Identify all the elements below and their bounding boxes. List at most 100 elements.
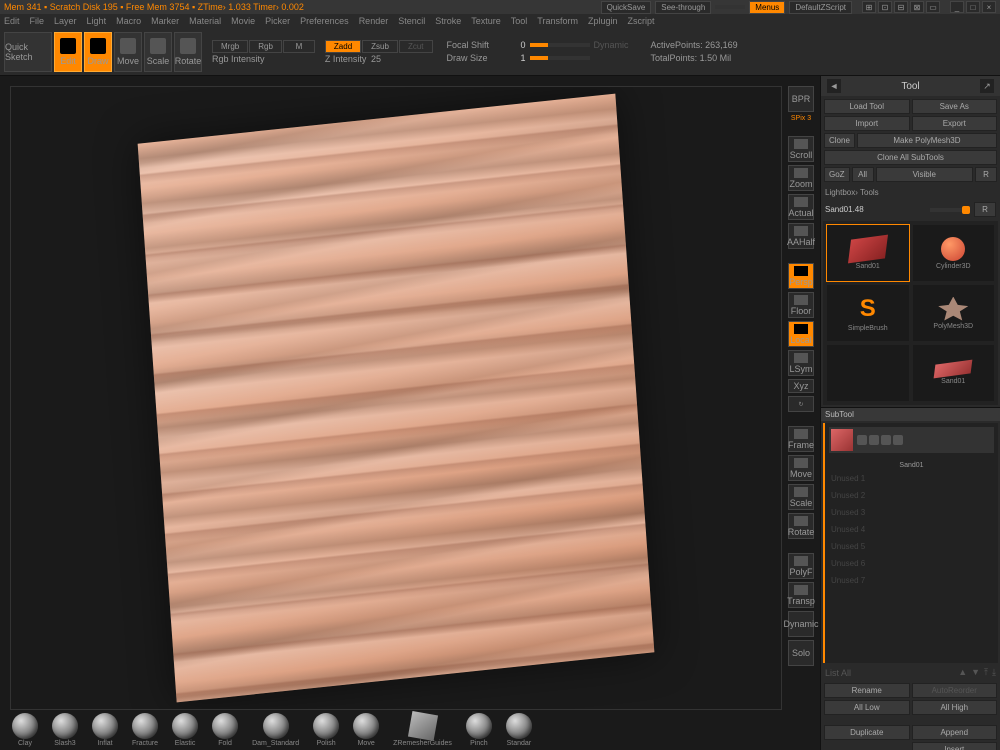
- bpr-button[interactable]: BPR: [788, 86, 814, 112]
- menu-file[interactable]: File: [30, 16, 45, 26]
- brush-move[interactable]: Move: [353, 713, 379, 747]
- r-button[interactable]: R: [975, 167, 997, 182]
- brush-zremesher[interactable]: ZRemesherGuides: [393, 713, 452, 747]
- append-button[interactable]: Append: [912, 725, 998, 740]
- rename-button[interactable]: Rename: [824, 683, 910, 698]
- cloneall-button[interactable]: Clone All SubTools: [824, 150, 997, 165]
- export-button[interactable]: Export: [912, 116, 998, 131]
- zsub-button[interactable]: Zsub: [362, 40, 398, 53]
- minimize-button[interactable]: _: [950, 1, 964, 13]
- brush-elastic[interactable]: Elastic: [172, 713, 198, 747]
- draw-button[interactable]: Draw: [84, 32, 112, 72]
- local-button[interactable]: Local: [788, 321, 814, 347]
- r2-button[interactable]: R: [974, 202, 996, 217]
- seethrough-button[interactable]: See-through: [655, 1, 711, 14]
- thumb-simplebrush[interactable]: SSimpleBrush: [827, 285, 909, 341]
- duplicate-button[interactable]: Duplicate: [824, 725, 910, 740]
- thumb-empty[interactable]: [827, 345, 909, 401]
- polyf-button[interactable]: PolyF: [788, 553, 814, 579]
- zcut-button[interactable]: Zcut: [399, 40, 433, 53]
- subtool-header[interactable]: SubTool: [821, 407, 1000, 421]
- mrgb-button[interactable]: Mrgb: [212, 40, 248, 53]
- all-button[interactable]: All: [852, 167, 874, 182]
- brush-standard[interactable]: Standar: [506, 713, 532, 747]
- solo-button[interactable]: Solo: [788, 640, 814, 666]
- top-icon[interactable]: ⤒: [984, 667, 988, 678]
- thumb-sand01b[interactable]: Sand01: [913, 345, 995, 401]
- seethrough-slider[interactable]: [715, 5, 745, 9]
- menu-zscript[interactable]: Zscript: [627, 16, 654, 26]
- breadcrumb[interactable]: Lightbox› Tools: [821, 185, 1000, 200]
- rotate-button[interactable]: Rotate: [174, 32, 202, 72]
- panel-undock-icon[interactable]: ↗: [980, 79, 994, 93]
- down-icon[interactable]: ▼: [971, 667, 980, 678]
- brush-slash3[interactable]: Slash3: [52, 713, 78, 747]
- menu-stroke[interactable]: Stroke: [435, 16, 461, 26]
- menu-preferences[interactable]: Preferences: [300, 16, 349, 26]
- menu-tool[interactable]: Tool: [511, 16, 528, 26]
- layout4-icon[interactable]: ⊠: [910, 1, 924, 13]
- listall-button[interactable]: List All: [825, 668, 851, 678]
- autoreorder-button[interactable]: AutoReorder: [912, 683, 998, 698]
- defaultzscript-button[interactable]: DefaultZScript: [789, 1, 852, 14]
- menu-layer[interactable]: Layer: [54, 16, 77, 26]
- brush-polish[interactable]: Polish: [313, 713, 339, 747]
- zadd-button[interactable]: Zadd: [325, 40, 361, 53]
- dynamic-view-button[interactable]: Dynamic: [788, 611, 814, 637]
- subtool-toggles[interactable]: [857, 435, 903, 445]
- brush-clay[interactable]: Clay: [12, 713, 38, 747]
- panel-back-icon[interactable]: ◄: [827, 79, 841, 93]
- spix-label[interactable]: SPix 3: [791, 115, 811, 122]
- quicksketch-button[interactable]: Quick Sketch: [4, 32, 52, 72]
- brush-inflat[interactable]: Inflat: [92, 713, 118, 747]
- redo-button[interactable]: ↻: [788, 396, 814, 412]
- drawsize-slider[interactable]: [530, 56, 590, 60]
- menu-macro[interactable]: Macro: [116, 16, 141, 26]
- brush-damstandard[interactable]: Dam_Standard: [252, 713, 299, 747]
- import-button[interactable]: Import: [824, 116, 910, 131]
- transp-button[interactable]: Transp: [788, 582, 814, 608]
- m-button[interactable]: M: [283, 40, 315, 53]
- dynamic-label[interactable]: Dynamic: [594, 40, 629, 50]
- menu-material[interactable]: Material: [189, 16, 221, 26]
- menu-stencil[interactable]: Stencil: [398, 16, 425, 26]
- actual-button[interactable]: Actual: [788, 194, 814, 220]
- layout2-icon[interactable]: ⊡: [878, 1, 892, 13]
- subtool-item[interactable]: [829, 427, 994, 453]
- menu-light[interactable]: Light: [87, 16, 107, 26]
- menu-movie[interactable]: Movie: [231, 16, 255, 26]
- menu-marker[interactable]: Marker: [151, 16, 179, 26]
- layout5-icon[interactable]: ▭: [926, 1, 940, 13]
- loadtool-button[interactable]: Load Tool: [824, 99, 910, 114]
- menu-edit[interactable]: Edit: [4, 16, 20, 26]
- scroll-button[interactable]: Scroll: [788, 136, 814, 162]
- thumb-sand01[interactable]: Sand01: [827, 225, 909, 281]
- thumb-cylinder[interactable]: Cylinder3D: [913, 225, 995, 281]
- insert-button[interactable]: Insert: [912, 742, 998, 750]
- allhigh-button[interactable]: All High: [912, 700, 998, 715]
- up-icon[interactable]: ▲: [958, 667, 967, 678]
- aahalf-button[interactable]: AAHalf: [788, 223, 814, 249]
- saveas-button[interactable]: Save As: [912, 99, 998, 114]
- brush-fold[interactable]: Fold: [212, 713, 238, 747]
- frame-button[interactable]: Frame: [788, 426, 814, 452]
- persp-button[interactable]: Persp: [788, 263, 814, 289]
- menu-texture[interactable]: Texture: [471, 16, 501, 26]
- scale-view-button[interactable]: Scale: [788, 484, 814, 510]
- brush-fracture[interactable]: Fracture: [132, 713, 158, 747]
- quicksave-button[interactable]: QuickSave: [601, 1, 652, 14]
- tool-slider[interactable]: [930, 208, 970, 212]
- move-view-button[interactable]: Move: [788, 455, 814, 481]
- visible-button[interactable]: Visible: [876, 167, 973, 182]
- lsym-button[interactable]: LSym: [788, 350, 814, 376]
- bottom-icon[interactable]: ⤓: [992, 667, 996, 678]
- menu-render[interactable]: Render: [359, 16, 389, 26]
- zoom-button[interactable]: Zoom: [788, 165, 814, 191]
- floor-button[interactable]: Floor: [788, 292, 814, 318]
- edit-button[interactable]: Edit: [54, 32, 82, 72]
- goz-button[interactable]: GoZ: [824, 167, 850, 182]
- maximize-button[interactable]: □: [966, 1, 980, 13]
- rotate-view-button[interactable]: Rotate: [788, 513, 814, 539]
- close-button[interactable]: ×: [982, 1, 996, 13]
- move-button[interactable]: Move: [114, 32, 142, 72]
